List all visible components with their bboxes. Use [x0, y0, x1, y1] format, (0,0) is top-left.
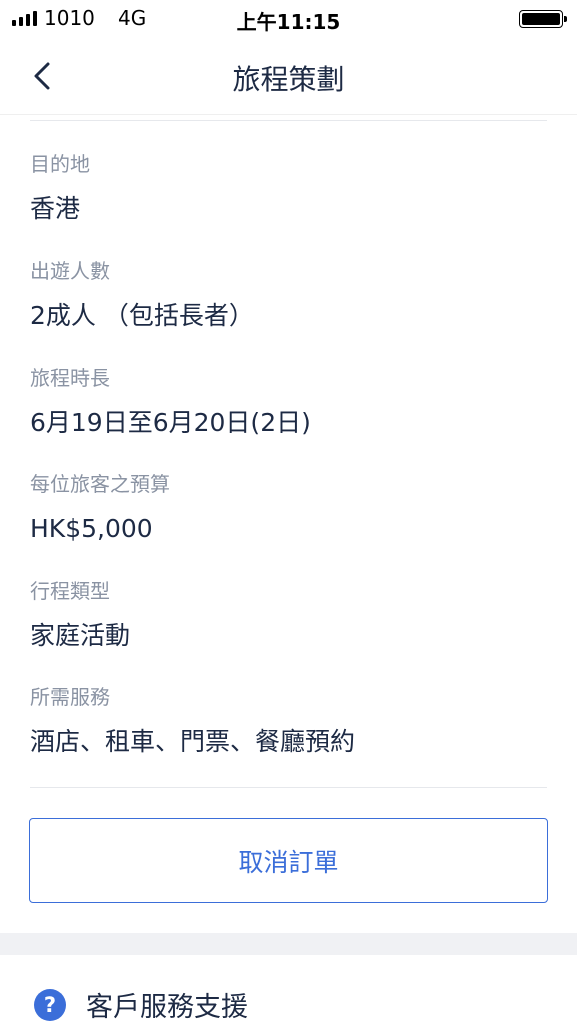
field-label: 目的地	[30, 152, 90, 176]
field-label: 旅程時長	[30, 366, 110, 390]
section-separator	[0, 933, 577, 955]
field-value: 酒店、租車、門票、餐廳預約	[30, 727, 356, 756]
status-bar: 1010 4G 上午11:15	[0, 0, 577, 40]
field-label: 出遊人數	[30, 259, 110, 283]
question-circle-icon: ?	[34, 989, 66, 1021]
divider	[30, 787, 547, 788]
customer-support-row[interactable]: ? 客戶服務支援	[0, 955, 577, 1024]
field-value: 家庭活動	[30, 621, 131, 650]
field-label: 行程類型	[30, 579, 110, 603]
field-value: HK$5,000	[30, 514, 153, 543]
field-services: 所需服務 酒店、租車、門票、餐廳預約	[30, 683, 547, 759]
field-value: 香港	[30, 194, 81, 223]
field-budget: 每位旅客之預算 HK$5,000	[30, 470, 547, 546]
field-value: 2成人 （包括長者）	[30, 301, 254, 330]
field-duration: 旅程時長 6月19日至6月20日(2日)	[30, 364, 547, 440]
field-label: 每位旅客之預算	[30, 472, 170, 496]
field-trip-type: 行程類型 家庭活動	[30, 577, 547, 653]
field-label: 所需服務	[30, 685, 110, 709]
cancel-order-button[interactable]: 取消訂單	[29, 818, 548, 903]
status-time: 上午11:15	[236, 10, 341, 34]
field-value: 6月19日至6月20日(2日)	[30, 408, 311, 437]
page-title: 旅程策劃	[232, 63, 345, 96]
navigation-bar: 旅程策劃	[0, 40, 577, 115]
divider	[30, 120, 547, 121]
support-label: 客戶服務支援	[86, 992, 248, 1023]
battery-icon	[519, 10, 567, 28]
field-travellers: 出遊人數 2成人 （包括長者）	[30, 257, 547, 333]
field-destination: 目的地 香港	[30, 150, 547, 226]
